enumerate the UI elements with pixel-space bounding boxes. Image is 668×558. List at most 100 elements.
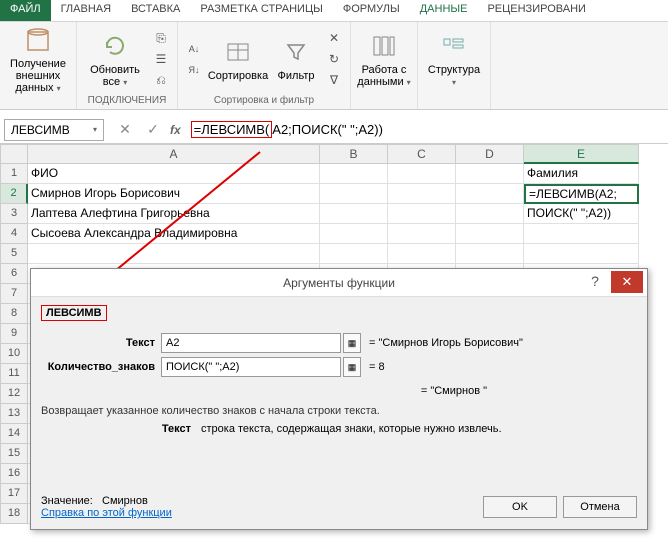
group-connections-label: ПОДКЛЮЧЕНИЯ: [83, 94, 171, 107]
arg-input-text[interactable]: [161, 333, 341, 353]
row-header[interactable]: 7: [0, 284, 28, 304]
function-name-label: ЛЕВСИМВ: [41, 305, 107, 321]
refresh-all-button[interactable]: Обновитьвсе ▾: [83, 30, 147, 89]
row-header[interactable]: 17: [0, 484, 28, 504]
filter-icon: [280, 36, 312, 68]
help-link[interactable]: Справка по этой функции: [41, 507, 172, 519]
name-box[interactable]: ЛЕВСИМВ▾: [4, 119, 104, 141]
cell[interactable]: [320, 224, 388, 244]
reapply-filter-icon[interactable]: ↻: [324, 49, 344, 69]
close-icon[interactable]: ✕: [611, 271, 643, 293]
cell[interactable]: [320, 204, 388, 224]
row-header[interactable]: 14: [0, 424, 28, 444]
cell[interactable]: [456, 204, 524, 224]
function-arguments-dialog: Аргументы функции ? ✕ ЛЕВСИМВ Текст ▦ = …: [30, 268, 648, 530]
cell[interactable]: [320, 164, 388, 184]
outline-button[interactable]: Структура▾: [424, 30, 484, 89]
col-header-d[interactable]: D: [456, 144, 524, 164]
chevron-down-icon[interactable]: ▾: [93, 125, 97, 134]
tab-file[interactable]: ФАЙЛ: [0, 0, 51, 21]
arg-label-numchars: Количество_знаков: [41, 361, 161, 373]
cell[interactable]: Фамилия: [524, 164, 639, 184]
tab-insert[interactable]: ВСТАВКА: [121, 0, 190, 21]
cell[interactable]: [388, 204, 456, 224]
cell[interactable]: [456, 244, 524, 264]
row-header[interactable]: 16: [0, 464, 28, 484]
cell[interactable]: [456, 164, 524, 184]
row-header[interactable]: 5: [0, 244, 28, 264]
row-header[interactable]: 18: [0, 504, 28, 524]
cell[interactable]: [456, 184, 524, 204]
advanced-filter-icon[interactable]: ∇: [324, 70, 344, 90]
tab-layout[interactable]: РАЗМЕТКА СТРАНИЦЫ: [190, 0, 332, 21]
tab-data[interactable]: ДАННЫЕ: [410, 0, 478, 21]
formula-bar: ЛЕВСИМВ▾ ✕ ✓ fx =ЛЕВСИМВ(A2;ПОИСК(" ";A2…: [0, 116, 668, 144]
row-header[interactable]: 2: [0, 184, 28, 204]
refresh-icon: [99, 30, 131, 62]
select-all[interactable]: [0, 144, 28, 164]
get-external-data-button[interactable]: Получениевнешних данных ▾: [6, 24, 70, 95]
cell[interactable]: Сысоева Александра Владимировна: [28, 224, 320, 244]
range-selector-icon[interactable]: ▦: [343, 333, 361, 353]
tab-formulas[interactable]: ФОРМУЛЫ: [333, 0, 410, 21]
accept-formula-icon[interactable]: ✓: [144, 121, 162, 138]
database-icon: [22, 24, 54, 56]
sort-az-icon[interactable]: A↓: [184, 39, 204, 59]
row-header[interactable]: 8: [0, 304, 28, 324]
cell[interactable]: [320, 184, 388, 204]
cell[interactable]: [524, 224, 639, 244]
cell[interactable]: Лаптева Алефтина Григорьевна: [28, 204, 320, 224]
edit-links-icon[interactable]: ⎌: [151, 70, 171, 90]
sort-button[interactable]: Сортировка: [208, 36, 268, 82]
arg-input-numchars[interactable]: [161, 357, 341, 377]
cell[interactable]: Смирнов Игорь Борисович: [28, 184, 320, 204]
row-header[interactable]: 10: [0, 344, 28, 364]
col-header-e[interactable]: E: [524, 144, 639, 164]
col-header-b[interactable]: B: [320, 144, 388, 164]
value-label: Значение:: [41, 495, 93, 507]
tab-review[interactable]: РЕЦЕНЗИРОВАНИ: [477, 0, 595, 21]
formula-input[interactable]: =ЛЕВСИМВ(A2;ПОИСК(" ";A2)): [187, 119, 668, 141]
dialog-titlebar[interactable]: Аргументы функции ? ✕: [31, 269, 647, 297]
cancel-button[interactable]: Отмена: [563, 496, 637, 518]
group-sort-filter-label: Сортировка и фильтр: [184, 94, 344, 107]
col-header-a[interactable]: A: [28, 144, 320, 164]
row-header[interactable]: 4: [0, 224, 28, 244]
dialog-title: Аргументы функции: [283, 276, 395, 290]
cancel-formula-icon[interactable]: ✕: [116, 121, 134, 138]
cell[interactable]: ФИО: [28, 164, 320, 184]
fx-icon[interactable]: fx: [170, 123, 181, 137]
ok-button[interactable]: OK: [483, 496, 557, 518]
row-header[interactable]: 3: [0, 204, 28, 224]
row-header[interactable]: 15: [0, 444, 28, 464]
tab-home[interactable]: ГЛАВНАЯ: [51, 0, 121, 21]
formula-highlight: =ЛЕВСИМВ(: [191, 121, 273, 138]
sort-za-icon[interactable]: Я↓: [184, 60, 204, 80]
range-selector-icon[interactable]: ▦: [343, 357, 361, 377]
sort-icon: [222, 36, 254, 68]
row-header[interactable]: 13: [0, 404, 28, 424]
row-header[interactable]: 6: [0, 264, 28, 284]
cell[interactable]: [388, 244, 456, 264]
help-icon[interactable]: ?: [583, 273, 607, 289]
cell[interactable]: [320, 244, 388, 264]
cell[interactable]: [456, 224, 524, 244]
properties-icon[interactable]: ☰: [151, 49, 171, 69]
row-header[interactable]: 12: [0, 384, 28, 404]
cell[interactable]: [28, 244, 320, 264]
clear-filter-icon[interactable]: ✕: [324, 28, 344, 48]
connections-icon[interactable]: ⎘: [151, 28, 171, 48]
cell-active[interactable]: =ЛЕВСИМВ(A2;: [524, 184, 639, 204]
row-header[interactable]: 11: [0, 364, 28, 384]
cell[interactable]: [388, 184, 456, 204]
row-header[interactable]: 1: [0, 164, 28, 184]
row-header[interactable]: 9: [0, 324, 28, 344]
filter-button[interactable]: Фильтр: [272, 36, 320, 82]
col-header-c[interactable]: C: [388, 144, 456, 164]
cell[interactable]: [388, 224, 456, 244]
cell[interactable]: [524, 244, 639, 264]
data-tools-button[interactable]: Работа сданными ▾: [357, 30, 411, 89]
cell[interactable]: [388, 164, 456, 184]
function-description: Возвращает указанное количество знаков с…: [41, 405, 637, 417]
cell[interactable]: ПОИСК(" ";A2)): [524, 204, 639, 224]
